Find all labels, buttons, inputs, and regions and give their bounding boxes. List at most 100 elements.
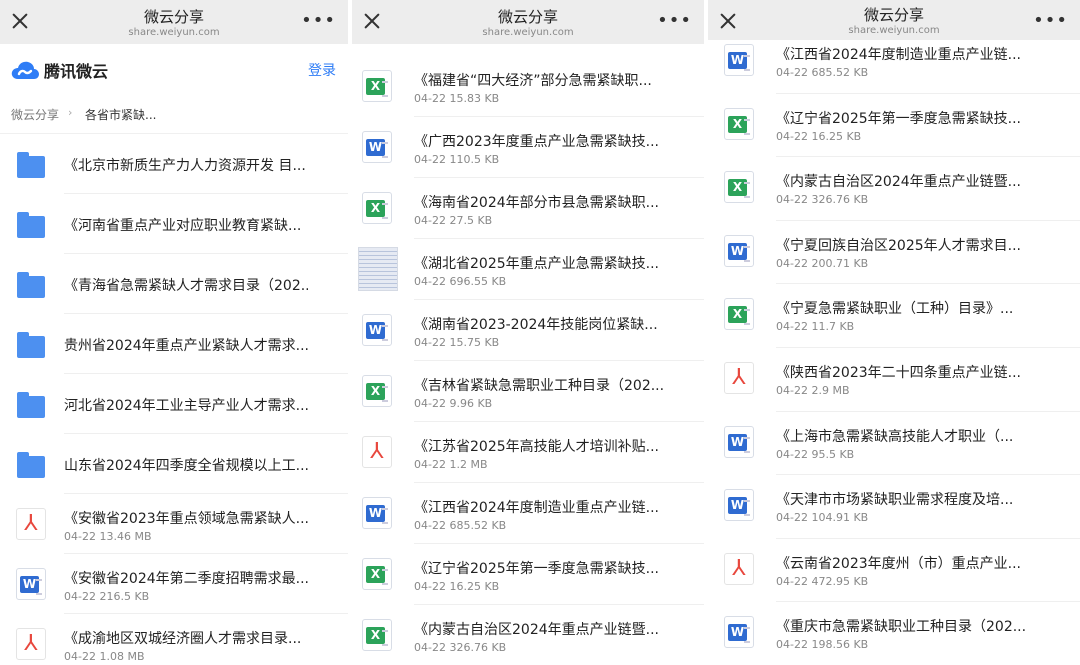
file-row[interactable]: X 《海南省2024年部分市县急需紧缺职... 04-22 27.5 KB — [352, 178, 704, 239]
file-name: 《天津市市场紧缺职业需求程度及培... — [776, 492, 1014, 509]
file-row[interactable]: 《青海省急需紧缺人才需求目录（202... — [0, 254, 348, 314]
file-row[interactable]: ⅄ 《云南省2023年度州（市）重点产业... 04-22 472.95 KB — [708, 539, 1080, 603]
excel-file-icon: X — [724, 107, 754, 140]
file-row[interactable]: ⅄ 《安徽省2023年重点领域急需紧缺人... 04-22 13.46 MB — [0, 494, 348, 554]
file-name: 《湖南省2023-2024年技能岗位紧缺... — [414, 317, 658, 333]
file-icon-container: W — [724, 425, 756, 458]
excel-file-icon: X — [362, 558, 392, 590]
file-name: 《江苏省2025年高技能人才培训补贴... — [414, 439, 659, 455]
word-file-icon: W — [362, 314, 392, 346]
file-row[interactable]: 山东省2024年四季度全省规模以上工... — [0, 434, 348, 494]
file-meta: 04-22 1.08 MB — [64, 650, 145, 663]
excel-badge: X — [366, 627, 385, 644]
file-row[interactable]: W 《安徽省2024年第二季度招聘需求最... 04-22 216.5 KB — [0, 554, 348, 614]
excel-badge: X — [366, 566, 385, 583]
file-row[interactable]: X 《吉林省紧缺急需职业工种目录（202... 04-22 9.96 KB — [352, 361, 704, 422]
file-name: 《宁夏急需紧缺职业（工种）目录》... — [776, 301, 1014, 318]
pdf-file-icon: ⅄ — [724, 361, 754, 394]
word-badge: W — [366, 505, 385, 522]
file-name: 《上海市急需紧缺高技能人才职业（... — [776, 428, 1014, 445]
file-row[interactable]: ⅄ 《江苏省2025年高技能人才培训补贴... 04-22 1.2 MB — [352, 422, 704, 483]
excel-badge: X — [366, 383, 385, 400]
file-name: 《青海省急需紧缺人才需求目录（202... — [64, 278, 308, 294]
file-name: 《重庆市急需紧缺职业工种目录（202... — [776, 619, 1027, 636]
file-icon-container: X — [724, 171, 756, 204]
word-badge: W — [728, 497, 747, 515]
file-name: 《内蒙古自治区2024年重点产业链暨... — [776, 174, 1021, 191]
file-icon-container: X — [724, 298, 756, 331]
file-meta: 04-22 326.76 KB — [414, 641, 507, 654]
pdf-glyph: ⅄ — [732, 364, 746, 390]
file-name: 《辽宁省2025年第一季度急需紧缺技... — [414, 561, 659, 577]
file-row[interactable]: W 《江西省2024年度制造业重点产业链... 04-22 685.52 KB — [352, 483, 704, 544]
file-meta: 04-22 326.76 KB — [776, 193, 869, 207]
file-row[interactable]: X 《内蒙古自治区2024年重点产业链暨... 04-22 326.76 KB — [708, 157, 1080, 221]
file-row[interactable]: X 《宁夏急需紧缺职业（工种）目录》... 04-22 11.7 KB — [708, 284, 1080, 348]
folder-icon — [16, 388, 46, 420]
excel-file-icon: X — [362, 70, 392, 102]
file-row[interactable]: X 《福建省“四大经济”部分急需紧缺职... 04-22 15.83 KB — [352, 56, 704, 117]
share-screen-3: 微云分享 share.weiyun.com ••• W 《江西省2024年度制造业… — [708, 0, 1080, 665]
breadcrumb-separator: › — [68, 106, 73, 119]
file-row[interactable]: 贵州省2024年重点产业紧缺人才需求... — [0, 314, 348, 374]
more-icon[interactable]: ••• — [301, 12, 336, 30]
file-row[interactable]: W 《江西省2024年度制造业重点产业链... 04-22 685.52 KB — [708, 30, 1080, 94]
file-meta: 04-22 15.83 KB — [414, 92, 500, 105]
file-row[interactable]: W 《天津市市场紧缺职业需求程度及培... 04-22 104.91 KB — [708, 475, 1080, 539]
file-row[interactable]: W 《湖南省2023-2024年技能岗位紧缺... 04-22 15.75 KB — [352, 300, 704, 361]
pdf-glyph: ⅄ — [732, 555, 746, 581]
file-row[interactable]: X 《辽宁省2025年第一季度急需紧缺技... 04-22 16.25 KB — [352, 544, 704, 605]
file-row[interactable]: 《北京市新质生产力人力资源开发 目... — [0, 134, 348, 194]
page-title: 微云分享 — [497, 8, 558, 26]
share-screen-2: 微云分享 share.weiyun.com ••• X 《福建省“四大经济”部分急… — [352, 0, 704, 665]
page-title: 微云分享 — [143, 8, 204, 26]
excel-badge: X — [366, 200, 385, 217]
file-name: 《云南省2023年度州（市）重点产业... — [776, 555, 1021, 572]
word-file-icon: W — [362, 131, 392, 163]
word-badge: W — [728, 433, 747, 451]
file-row[interactable]: W 《重庆市急需紧缺职业工种目录（202... 04-22 198.56 KB — [708, 602, 1080, 665]
file-row[interactable]: ⅄ 《成渝地区双城经济圈人才需求目录... 04-22 1.08 MB — [0, 614, 348, 665]
file-icon-container: W — [16, 568, 48, 600]
file-name: 《河南省重点产业对应职业教育紧缺... — [64, 218, 302, 234]
file-icon-container: X — [362, 192, 394, 224]
file-row[interactable]: W 《宁夏回族自治区2025年人才需求目... 04-22 200.71 KB — [708, 221, 1080, 285]
file-name: 《福建省“四大经济”部分急需紧缺职... — [414, 73, 652, 89]
excel-file-icon: X — [724, 298, 754, 331]
file-icon-container: W — [362, 314, 394, 346]
file-icon-container: W — [362, 131, 394, 163]
file-row[interactable]: 河北省2024年工业主导产业人才需求... — [0, 374, 348, 434]
file-meta: 04-22 2.9 MB — [776, 383, 850, 397]
pdf-glyph: ⅄ — [24, 511, 38, 536]
file-row[interactable]: W 《广西2023年度重点产业急需紧缺技... 04-22 110.5 KB — [352, 117, 704, 178]
folder-icon — [16, 208, 46, 240]
excel-badge: X — [728, 179, 747, 197]
file-row[interactable]: X 《内蒙古自治区2024年重点产业链暨... 04-22 326.76 KB — [352, 605, 704, 665]
more-icon[interactable]: ••• — [1033, 12, 1068, 30]
word-file-icon: W — [362, 497, 392, 529]
file-row[interactable]: 《湖北省2025年重点产业急需紧缺技... 04-22 696.55 KB — [352, 239, 704, 300]
file-icon-container: W — [724, 44, 756, 76]
more-icon[interactable]: ••• — [657, 12, 692, 30]
file-row[interactable]: W 《上海市急需紧缺高技能人才职业（... 04-22 95.5 KB — [708, 412, 1080, 476]
file-row[interactable]: X 《辽宁省2025年第一季度急需紧缺技... 04-22 16.25 KB — [708, 94, 1080, 158]
file-icon-container: ⅄ — [724, 361, 756, 394]
file-meta: 04-22 110.5 KB — [414, 153, 500, 166]
file-meta: 04-22 472.95 KB — [776, 574, 869, 588]
login-link[interactable]: 登录 — [308, 60, 336, 80]
word-badge: W — [728, 624, 747, 642]
file-meta: 04-22 13.46 MB — [64, 530, 152, 543]
file-name: 贵州省2024年重点产业紧缺人才需求... — [64, 338, 308, 354]
file-row[interactable]: ⅄ 《陕西省2023年二十四条重点产业链... 04-22 2.9 MB — [708, 348, 1080, 412]
file-icon-container — [16, 328, 48, 360]
file-icon-container: X — [362, 375, 394, 407]
file-meta: 04-22 685.52 KB — [414, 519, 507, 532]
breadcrumb-root[interactable]: 微云分享 — [11, 106, 59, 123]
brand-name: 腾讯微云 — [44, 62, 109, 81]
file-meta: 04-22 198.56 KB — [776, 638, 869, 652]
word-file-icon: W — [724, 489, 754, 522]
file-name: 《宁夏回族自治区2025年人才需求目... — [776, 237, 1021, 254]
excel-badge: X — [366, 78, 385, 95]
file-list: X 《福建省“四大经济”部分急需紧缺职... 04-22 15.83 KB W 《广西2… — [352, 56, 704, 665]
file-row[interactable]: 《河南省重点产业对应职业教育紧缺... — [0, 194, 348, 254]
